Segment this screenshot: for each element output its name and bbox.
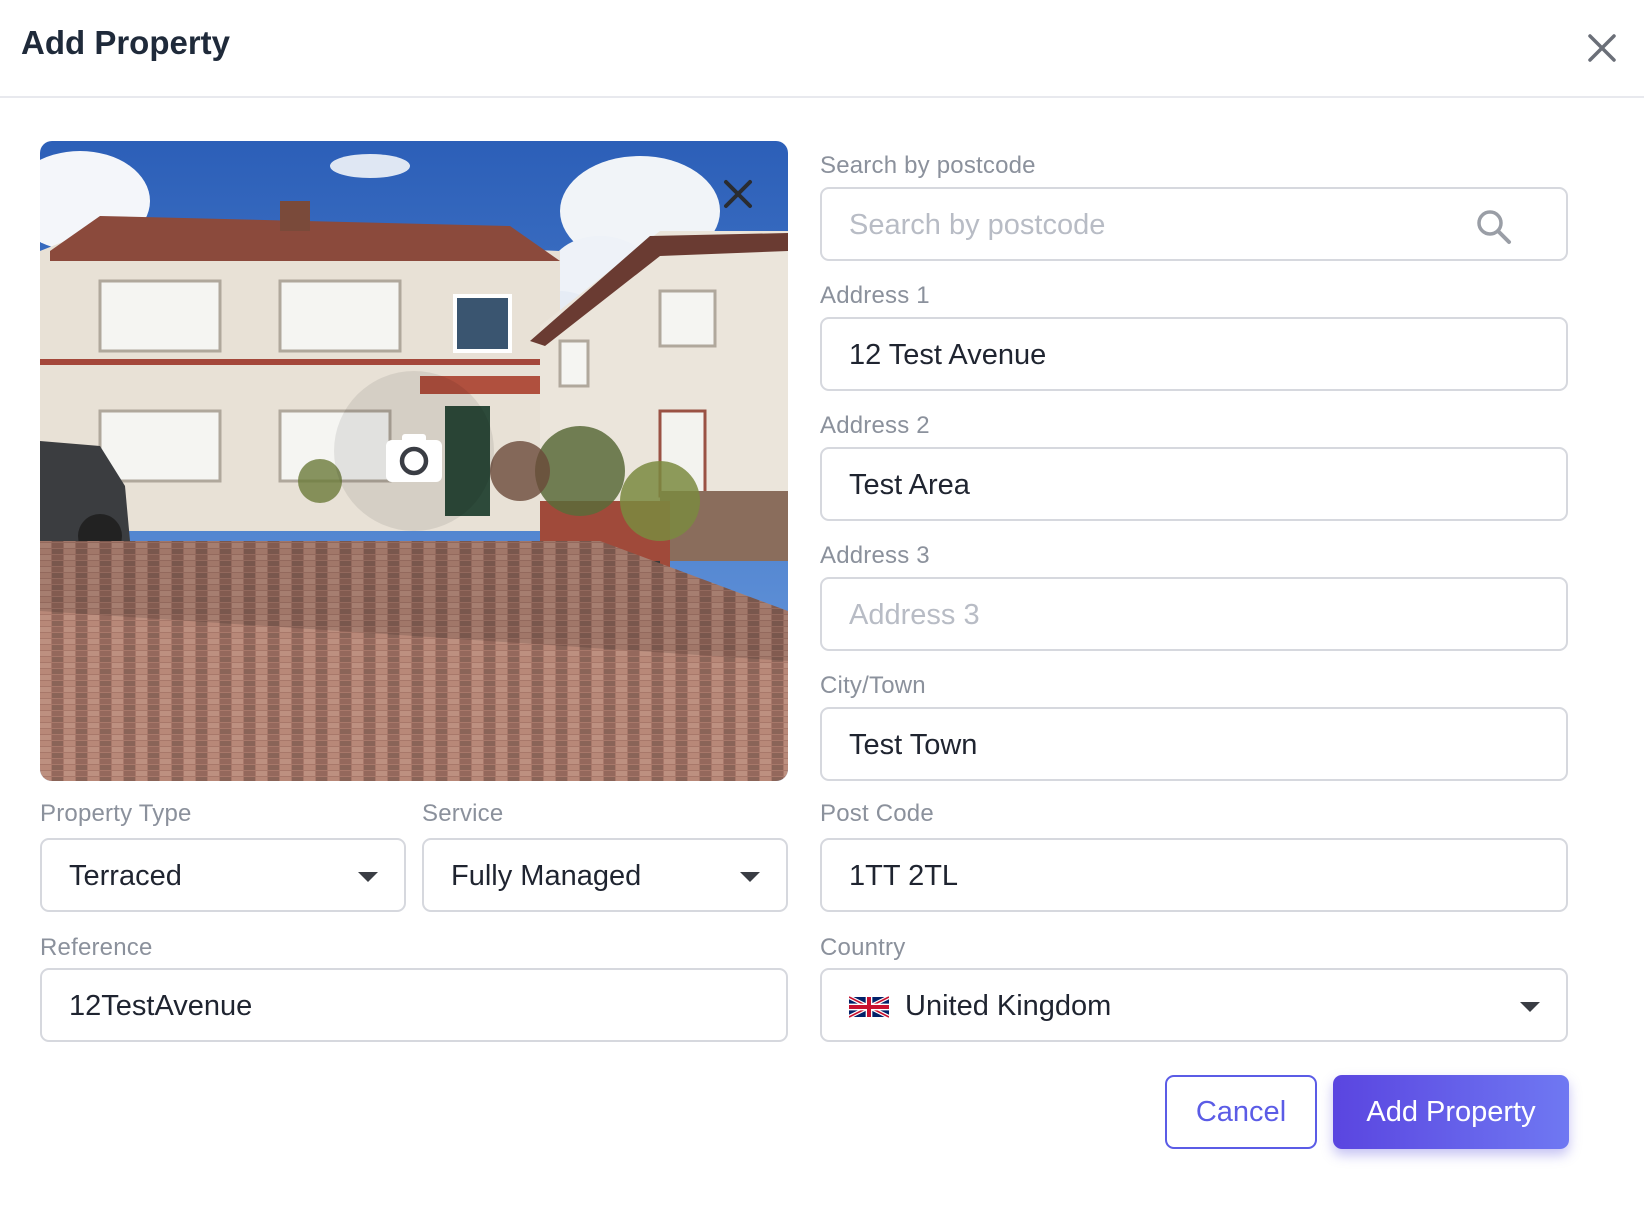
search-postcode-input[interactable]: Search by postcode	[820, 187, 1568, 261]
remove-photo-icon[interactable]	[716, 172, 760, 216]
service-select[interactable]: Fully Managed	[422, 838, 788, 912]
service-value: Fully Managed	[451, 860, 642, 892]
dialog-header: Add Property	[0, 0, 1644, 98]
country-value: United Kingdom	[905, 990, 1112, 1022]
address2-input[interactable]: Test Area	[820, 447, 1568, 521]
reference-label: Reference	[40, 934, 153, 961]
city-value: Test Town	[849, 729, 978, 761]
address3-placeholder: Address 3	[849, 599, 980, 631]
address2-value: Test Area	[849, 469, 970, 501]
country-select[interactable]: United Kingdom	[820, 968, 1568, 1042]
service-label: Service	[422, 800, 504, 827]
address1-input[interactable]: 12 Test Avenue	[820, 317, 1568, 391]
city-input[interactable]: Test Town	[820, 707, 1568, 781]
address1-label: Address 1	[820, 282, 930, 309]
address3-label: Address 3	[820, 542, 930, 569]
camera-icon[interactable]	[384, 432, 444, 484]
reference-input[interactable]: 12TestAvenue	[40, 968, 788, 1042]
add-property-button[interactable]: Add Property	[1333, 1075, 1569, 1149]
postcode-input[interactable]: 1TT 2TL	[820, 838, 1568, 912]
chevron-down-icon	[1520, 1002, 1540, 1012]
reference-value: 12TestAvenue	[69, 990, 253, 1022]
dialog-title: Add Property	[21, 24, 231, 61]
property-type-value: Terraced	[69, 860, 182, 892]
city-label: City/Town	[820, 672, 926, 699]
search-icon[interactable]	[1474, 207, 1514, 247]
uk-flag-icon	[849, 996, 889, 1018]
country-label: Country	[820, 934, 906, 961]
chevron-down-icon	[740, 872, 760, 882]
search-postcode-label: Search by postcode	[820, 152, 1036, 179]
property-type-label: Property Type	[40, 800, 192, 827]
chevron-down-icon	[358, 872, 378, 882]
postcode-label: Post Code	[820, 800, 934, 827]
search-postcode-placeholder: Search by postcode	[849, 209, 1106, 241]
property-type-select[interactable]: Terraced	[40, 838, 406, 912]
cancel-button[interactable]: Cancel	[1165, 1075, 1317, 1149]
close-icon[interactable]	[1582, 28, 1622, 68]
address2-label: Address 2	[820, 412, 930, 439]
address1-value: 12 Test Avenue	[849, 339, 1047, 371]
postcode-value: 1TT 2TL	[849, 860, 959, 892]
address3-input[interactable]: Address 3	[820, 577, 1568, 651]
